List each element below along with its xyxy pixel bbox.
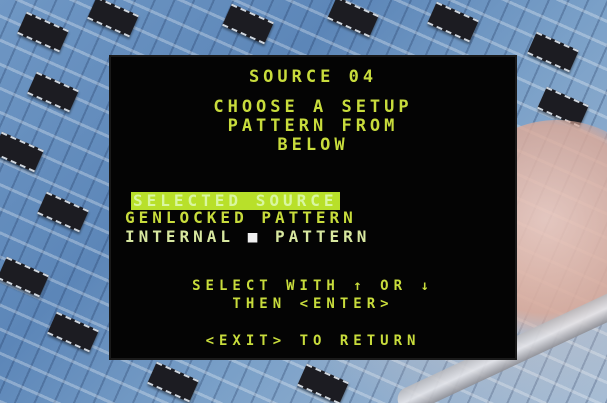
chip	[37, 191, 89, 233]
chip	[47, 311, 99, 353]
option-label-suffix: PATTERN	[274, 227, 371, 246]
instruction-line: BELOW	[277, 135, 349, 155]
or-text: OR	[380, 278, 407, 294]
chip	[297, 363, 349, 403]
select-help-line: SELECT WITH ↑ OR ↓	[111, 279, 515, 293]
option-genlocked-pattern[interactable]: GENLOCKED PATTERN	[125, 210, 357, 226]
chip	[222, 3, 274, 45]
arrow-up-icon: ↑	[353, 278, 367, 294]
option-label-prefix: INTERNAL	[125, 227, 235, 246]
chip	[527, 31, 579, 73]
instruction-line: CHOOSE A SETUP	[213, 97, 413, 117]
photo-frame: SOURCE 04 CHOOSE A SETUP PATTERN FROM BE…	[0, 0, 607, 403]
select-with-text: SELECT WITH	[192, 278, 340, 294]
block-icon: ■	[247, 227, 262, 246]
chip	[0, 131, 44, 173]
chip	[427, 1, 479, 43]
instruction-line: PATTERN FROM	[227, 116, 399, 136]
exit-return-line: <EXIT> TO RETURN	[205, 333, 421, 349]
option-internal-pattern[interactable]: INTERNAL ■ PATTERN	[125, 229, 370, 245]
chip	[87, 0, 139, 38]
chip	[17, 11, 69, 53]
chip	[27, 71, 79, 113]
arrow-down-icon: ↓	[420, 278, 434, 294]
chip	[147, 361, 199, 403]
then-enter-line: THEN <ENTER>	[232, 296, 394, 312]
monitor-screen: SOURCE 04 CHOOSE A SETUP PATTERN FROM BE…	[111, 57, 515, 358]
chip	[327, 0, 379, 38]
chip	[0, 256, 49, 298]
source-title: SOURCE 04	[248, 67, 378, 87]
